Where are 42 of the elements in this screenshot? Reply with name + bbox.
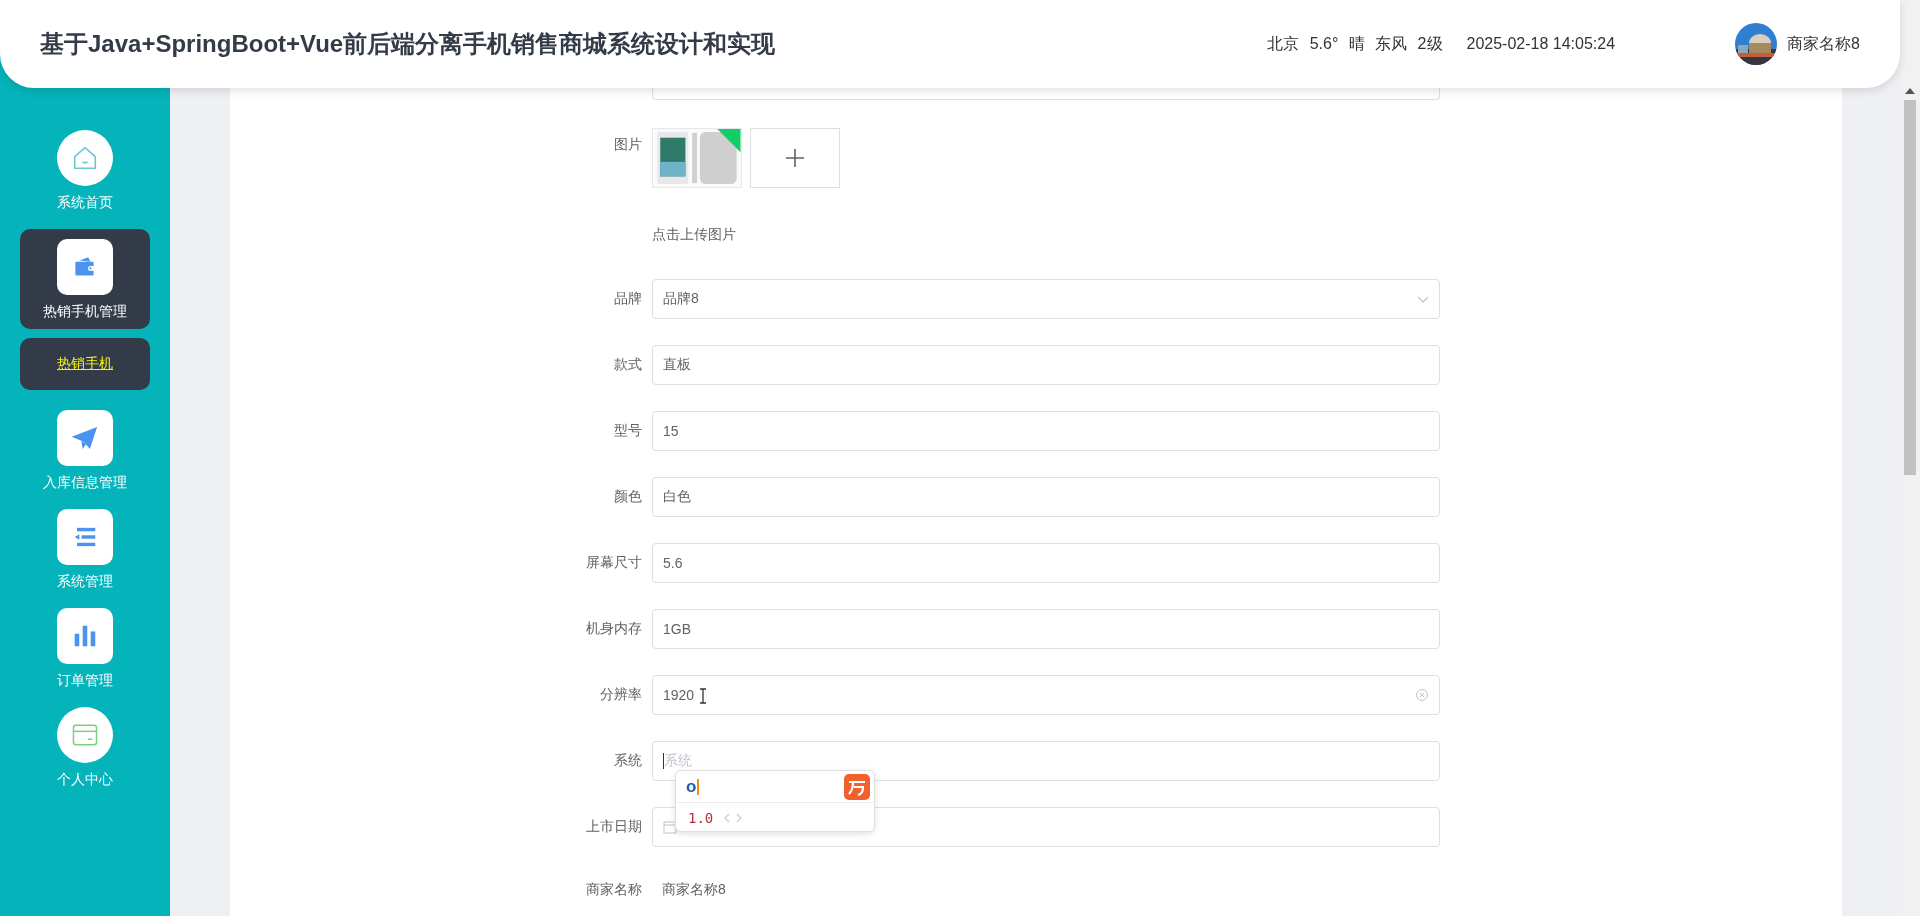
clear-icon[interactable] [1415, 688, 1429, 702]
field-label: 商家名称 [585, 881, 643, 899]
card-icon[interactable] [57, 707, 113, 763]
plus-icon [785, 148, 805, 168]
field-label: 上市日期 [585, 818, 643, 836]
ime-candidate[interactable]: 1.0 [688, 810, 714, 826]
scrollbar-thumb[interactable] [1904, 100, 1916, 475]
calendar-icon [663, 820, 677, 834]
field-label: 图片 [613, 135, 643, 154]
home-icon[interactable] [57, 130, 113, 186]
submenu-item[interactable]: 热销手机 [57, 355, 113, 373]
list-icon[interactable] [57, 509, 113, 565]
app-title: 基于Java+SpringBoot+Vue前后端分离手机销售商城系统设计和实现 [40, 29, 777, 59]
input-field[interactable]: 1GB [652, 609, 1440, 649]
input-field[interactable]: 白色 [652, 477, 1440, 517]
scroll-up-icon[interactable] [1905, 88, 1915, 94]
page-arrows-icon[interactable] [723, 813, 744, 823]
input-field[interactable]: 直板 [652, 345, 1440, 385]
input-field[interactable]: 1920 [652, 675, 1440, 715]
field-label: 机身内存 [585, 620, 643, 638]
user-name[interactable]: 商家名称8 [1787, 33, 1860, 55]
input-field[interactable]: 15 [652, 411, 1440, 451]
datetime: 2025-02-18 14:05:24 [1466, 35, 1616, 53]
field-label: 款式 [613, 356, 643, 374]
field-label: 系统 [613, 752, 643, 770]
paper-plane-icon[interactable] [57, 410, 113, 466]
weather-info: 北京 5.6° 晴 东风 2级 [1267, 33, 1443, 54]
select-field[interactable]: 品牌8 [652, 279, 1440, 319]
upload-hint: 点击上传图片 [652, 225, 737, 244]
ime-logo-icon[interactable] [844, 773, 870, 800]
wallet-icon[interactable] [57, 239, 113, 295]
sidebar-item[interactable]: 热销手机管理 [43, 303, 127, 321]
bar-chart-icon[interactable] [57, 608, 113, 664]
field-label: 颜色 [613, 488, 643, 506]
text-cursor-icon [698, 688, 708, 704]
field-value: 商家名称8 [661, 881, 727, 899]
input-field[interactable]: 5.6 [652, 543, 1440, 583]
field-label: 品牌 [613, 290, 643, 308]
upload-button[interactable] [750, 128, 840, 188]
field-label: 型号 [613, 422, 643, 440]
field-label: 屏幕尺寸 [585, 554, 643, 572]
field-label: 分辨率 [599, 686, 643, 704]
